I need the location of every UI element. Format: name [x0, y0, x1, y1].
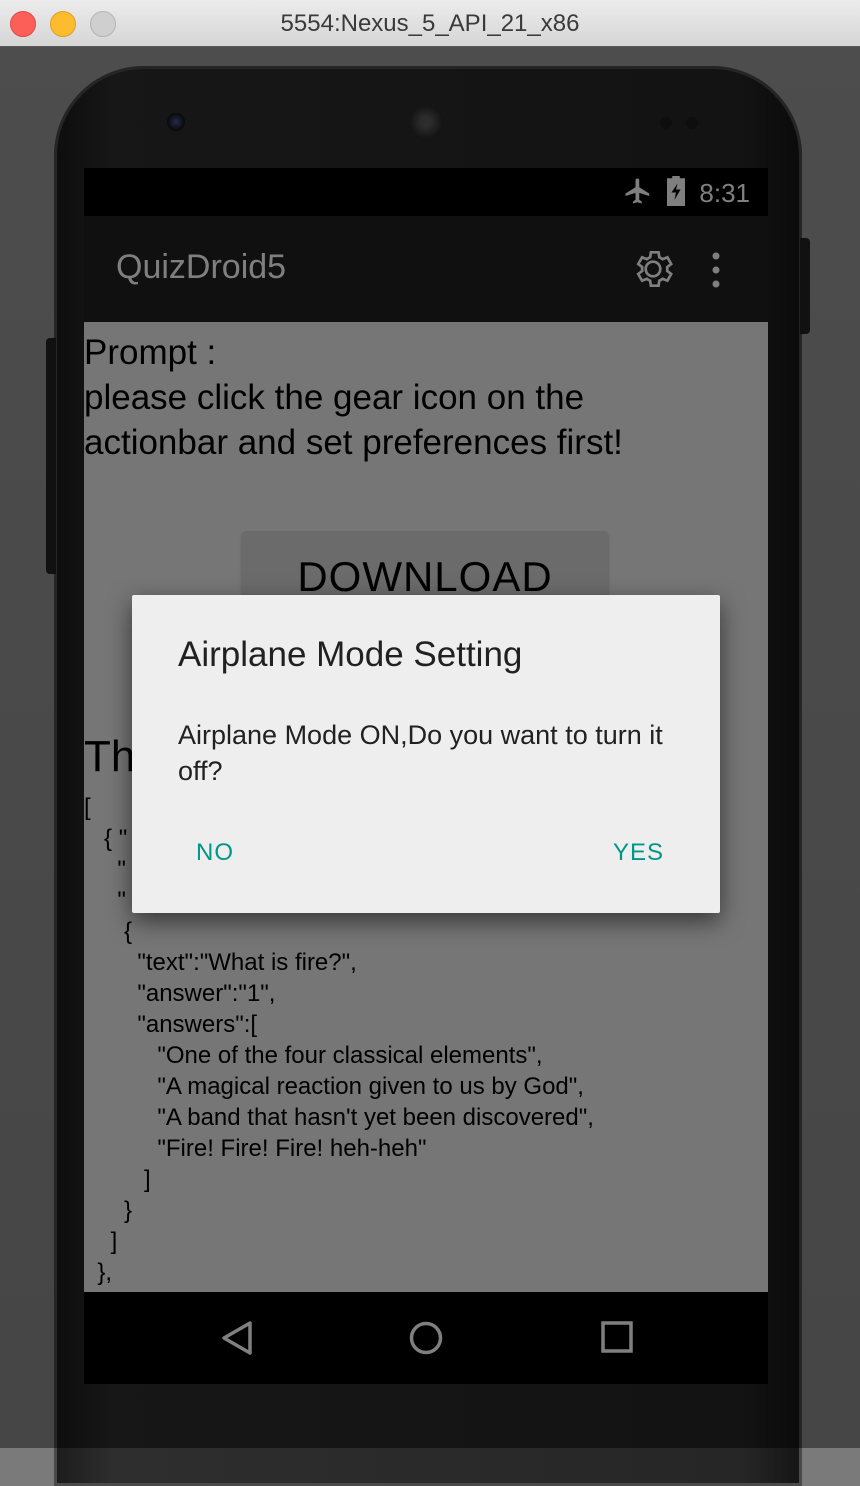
dialog-message: Airplane Mode ON,Do you want to turn it …	[178, 720, 663, 786]
dialog-title: Airplane Mode Setting	[178, 635, 523, 674]
window-titlebar: 5554:Nexus_5_API_21_x86	[0, 0, 860, 47]
yes-button[interactable]: YES	[613, 839, 664, 867]
window-title: 5554:Nexus_5_API_21_x86	[280, 10, 580, 37]
no-button[interactable]: NO	[196, 839, 234, 867]
airplane-mode-dialog: Airplane Mode Setting Airplane Mode ON,D…	[132, 595, 720, 913]
